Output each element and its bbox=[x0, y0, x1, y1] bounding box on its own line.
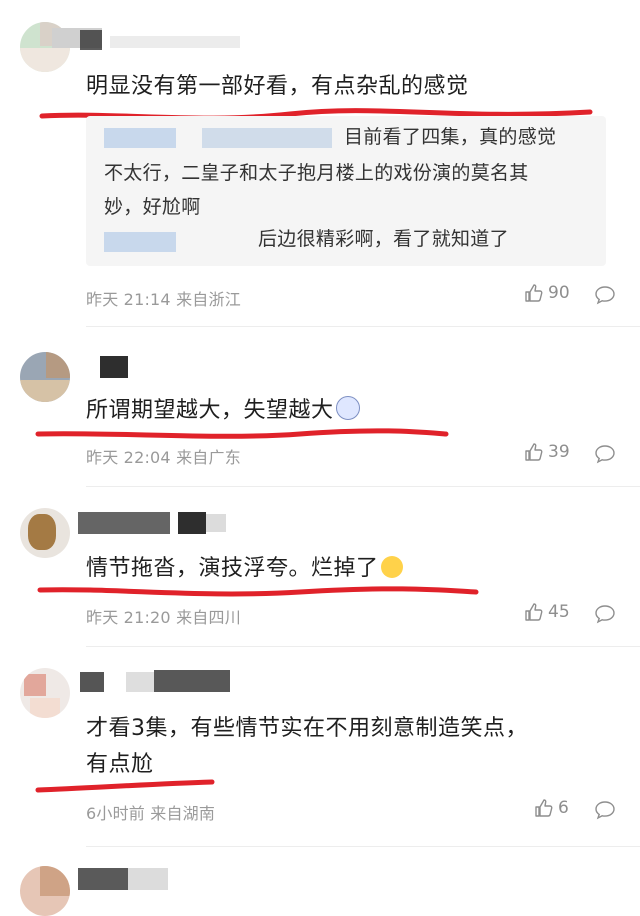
shocked-face-emoji bbox=[335, 396, 360, 420]
reply-text: 后边很精彩啊，看了就知道了 bbox=[258, 228, 509, 250]
like-button[interactable]: 6 bbox=[534, 798, 569, 818]
reply-username-redacted bbox=[104, 128, 176, 148]
username-redacted[interactable] bbox=[78, 868, 128, 890]
comment-meta: 昨天 22:04 来自广东 bbox=[86, 444, 241, 468]
username-redacted[interactable] bbox=[100, 356, 128, 378]
comment-meta: 昨天 21:20 来自四川 bbox=[86, 604, 241, 628]
like-button[interactable]: 45 bbox=[524, 602, 570, 622]
like-count: 6 bbox=[558, 798, 569, 818]
divider bbox=[86, 486, 640, 487]
avatar[interactable] bbox=[20, 508, 70, 558]
username-redacted bbox=[80, 30, 102, 50]
comment-item: 所谓期望越大，失望越大 昨天 22:04 来自广东 39 bbox=[0, 330, 640, 490]
comment-item bbox=[0, 850, 640, 916]
reply-bubble-icon[interactable] bbox=[594, 444, 616, 464]
like-count: 90 bbox=[548, 283, 570, 303]
timestamp: 昨天 21:20 bbox=[86, 608, 171, 627]
comment-item: 情节拖沓，演技浮夸。烂掉了 昨天 21:20 来自四川 45 bbox=[0, 490, 640, 650]
like-button[interactable]: 90 bbox=[524, 283, 570, 303]
comment-meta: 昨天 21:14 来自浙江 bbox=[86, 286, 241, 310]
timestamp: 6小时前 bbox=[86, 804, 145, 823]
divider bbox=[86, 646, 640, 647]
avatar[interactable] bbox=[20, 352, 70, 402]
thumbs-up-icon bbox=[525, 284, 543, 302]
comment-text: 所谓期望越大，失望越大 bbox=[86, 394, 360, 428]
username-redacted bbox=[128, 868, 168, 890]
reply-username-redacted bbox=[104, 232, 176, 252]
username-redacted bbox=[154, 670, 230, 692]
location: 来自浙江 bbox=[176, 290, 241, 309]
reply-username-redacted bbox=[202, 128, 332, 148]
divider bbox=[86, 846, 640, 847]
location: 来自湖南 bbox=[150, 804, 216, 823]
reply-bubble-icon[interactable] bbox=[594, 285, 616, 305]
like-count: 45 bbox=[548, 602, 570, 622]
reply-text: 妙，好尬啊 bbox=[104, 196, 201, 218]
comment-text: 才看3集，有些情节实在不用刻意制造笑点， bbox=[86, 716, 528, 741]
comment-item: 明显没有第一部好看，有点杂乱的感觉 目前看了四集，真的感觉 不太行，二皇子和太子… bbox=[0, 0, 640, 330]
comment-text-content: 情节拖沓，演技浮夸。烂掉了 bbox=[86, 556, 379, 581]
location: 来自广东 bbox=[176, 448, 241, 467]
username-redacted[interactable] bbox=[80, 672, 104, 692]
avatar[interactable] bbox=[20, 866, 70, 916]
like-count: 39 bbox=[548, 442, 570, 462]
reply-text: 不太行，二皇子和太子抱月楼上的戏份演的莫名其 bbox=[104, 162, 529, 184]
comment-meta: 6小时前 来自湖南 bbox=[86, 800, 215, 824]
username-redacted bbox=[110, 36, 240, 48]
reply-bubble-icon[interactable] bbox=[594, 800, 616, 820]
username-redacted bbox=[178, 512, 206, 534]
reply-text: 目前看了四集，真的感觉 bbox=[344, 126, 557, 148]
reply-box[interactable]: 目前看了四集，真的感觉 不太行，二皇子和太子抱月楼上的戏份演的莫名其 妙，好尬啊… bbox=[86, 116, 606, 266]
thumbs-up-icon bbox=[535, 799, 553, 817]
comment-text: 情节拖沓，演技浮夸。烂掉了 bbox=[86, 552, 403, 586]
thumbs-up-icon bbox=[525, 603, 543, 621]
face-emoji bbox=[380, 556, 403, 578]
username-redacted bbox=[126, 672, 154, 692]
timestamp: 昨天 21:14 bbox=[86, 290, 171, 309]
comment-item: 才看3集，有些情节实在不用刻意制造笑点， 有点尬 6小时前 来自湖南 6 bbox=[0, 650, 640, 850]
divider bbox=[86, 326, 640, 327]
comment-text: 明显没有第一部好看，有点杂乱的感觉 bbox=[86, 74, 469, 99]
like-button[interactable]: 39 bbox=[524, 442, 570, 462]
comment-text: 有点尬 bbox=[86, 752, 154, 777]
reply-bubble-icon[interactable] bbox=[594, 604, 616, 624]
username-redacted[interactable] bbox=[78, 512, 170, 534]
comment-text-content: 所谓期望越大，失望越大 bbox=[86, 398, 334, 423]
thumbs-up-icon bbox=[525, 443, 543, 461]
location: 来自四川 bbox=[176, 608, 241, 627]
avatar[interactable] bbox=[20, 668, 70, 718]
username-redacted bbox=[206, 514, 226, 532]
timestamp: 昨天 22:04 bbox=[86, 448, 171, 467]
